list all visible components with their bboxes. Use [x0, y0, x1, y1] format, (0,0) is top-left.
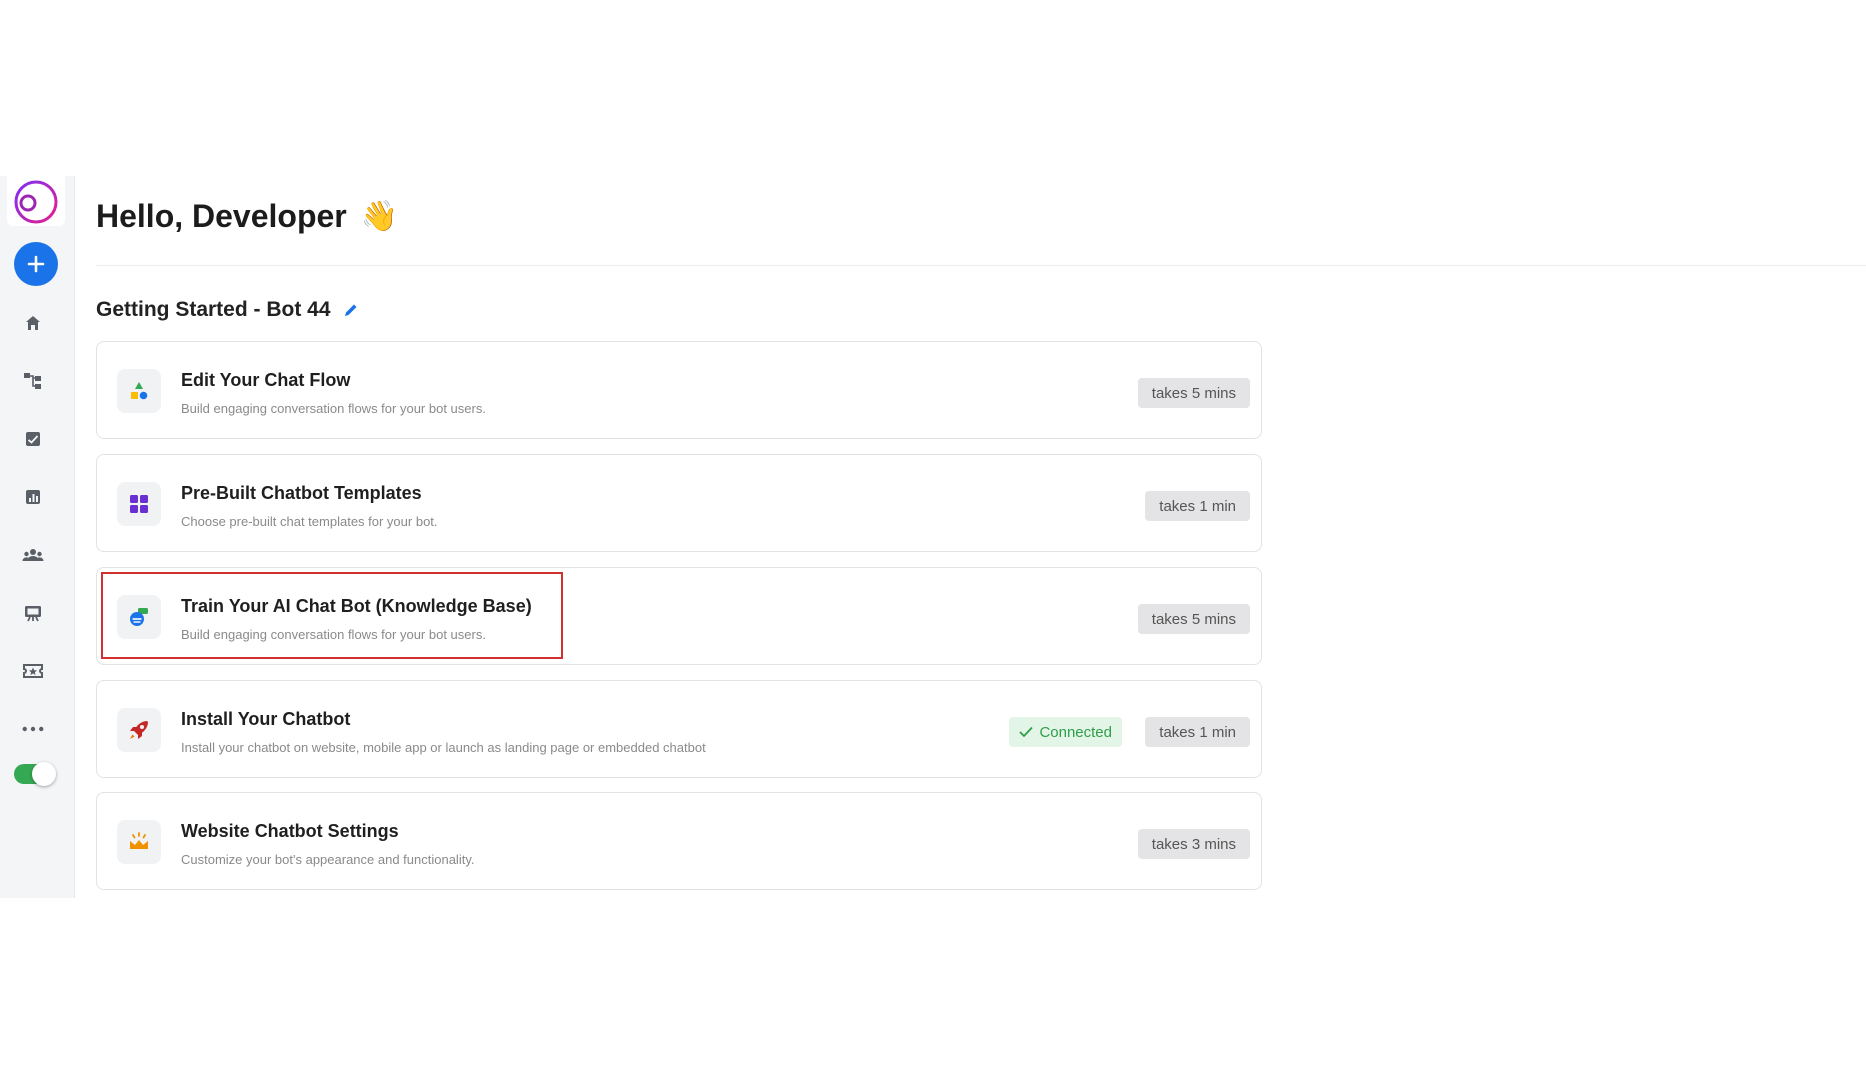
- card-edit-chat-flow[interactable]: Edit Your Chat Flow Build engaging conve…: [96, 341, 1262, 439]
- card-icon: [117, 595, 161, 639]
- card-description: Customize your bot's appearance and func…: [181, 852, 475, 867]
- shapes-icon: [131, 382, 148, 400]
- card-icon: [117, 820, 161, 864]
- nav-broadcast[interactable]: [22, 602, 44, 624]
- time-estimate-badge: takes 3 mins: [1137, 829, 1250, 859]
- flow-icon: [24, 373, 41, 389]
- card-install-chatbot[interactable]: Install Your Chatbot Install your chatbo…: [96, 680, 1262, 778]
- card-title: Edit Your Chat Flow: [181, 370, 351, 390]
- bot-active-toggle[interactable]: [14, 762, 56, 786]
- nav-tickets[interactable]: [22, 660, 44, 682]
- card-train-ai-chatbot[interactable]: Train Your AI Chat Bot (Knowledge Base) …: [96, 567, 1262, 665]
- pencil-icon: [344, 304, 357, 316]
- card-description: Install your chatbot on website, mobile …: [181, 740, 706, 755]
- card-title: Install Your Chatbot: [181, 709, 351, 729]
- settings-crown-icon: [130, 832, 148, 849]
- waving-hand-icon: 👋: [360, 200, 399, 233]
- inbox-icon: [26, 432, 40, 446]
- card-title: Website Chatbot Settings: [181, 821, 399, 841]
- card-icon: [117, 369, 161, 413]
- time-estimate-badge: takes 1 min: [1145, 491, 1250, 521]
- section-title: Getting Started - Bot 44: [96, 298, 331, 321]
- card-icon: [117, 708, 161, 752]
- card-prebuilt-templates[interactable]: Pre-Built Chatbot Templates Choose pre-b…: [96, 454, 1262, 552]
- section-header: Getting Started - Bot 44: [96, 298, 359, 322]
- broadcast-icon: [25, 606, 41, 622]
- more-icon: [22, 726, 44, 732]
- time-estimate-badge: takes 1 min: [1145, 717, 1250, 747]
- greeting-text: Hello, Developer: [96, 198, 347, 234]
- create-new-button[interactable]: [14, 242, 58, 286]
- nav-flows[interactable]: [22, 370, 44, 392]
- toggle-knob: [32, 762, 56, 786]
- nav-more[interactable]: [22, 718, 44, 740]
- card-description: Build engaging conversation flows for yo…: [181, 627, 486, 642]
- card-icon: [117, 482, 161, 526]
- plus-icon: [27, 255, 45, 273]
- nav-inbox[interactable]: [22, 428, 44, 450]
- grid-icon: [130, 495, 148, 513]
- knowledge-base-icon: [130, 608, 148, 626]
- status-text: Connected: [1039, 723, 1112, 741]
- ticket-icon: [23, 664, 43, 678]
- nav-analytics[interactable]: [22, 486, 44, 508]
- connected-status-badge: Connected: [1009, 717, 1122, 747]
- card-title: Train Your AI Chat Bot (Knowledge Base): [181, 596, 532, 616]
- time-estimate-badge: takes 5 mins: [1137, 378, 1250, 408]
- app-logo[interactable]: [7, 176, 65, 226]
- contacts-icon: [22, 549, 44, 561]
- nav-contacts[interactable]: [22, 544, 44, 566]
- card-website-chatbot-settings[interactable]: Website Chatbot Settings Customize your …: [96, 792, 1262, 890]
- time-estimate-badge: takes 5 mins: [1137, 604, 1250, 634]
- card-title: Pre-Built Chatbot Templates: [181, 483, 422, 503]
- rocket-icon: [130, 721, 148, 739]
- check-icon: [1019, 726, 1034, 738]
- card-description: Build engaging conversation flows for yo…: [181, 401, 486, 416]
- nav-home[interactable]: [22, 312, 44, 334]
- page-title: Hello, Developer 👋: [96, 198, 398, 235]
- analytics-icon: [26, 490, 40, 504]
- home-icon: [26, 316, 40, 330]
- app-logo-ring-icon: [14, 180, 58, 224]
- card-description: Choose pre-built chat templates for your…: [181, 514, 438, 529]
- header-divider: [96, 265, 1866, 266]
- edit-bot-name-button[interactable]: [343, 302, 359, 318]
- sidebar: [0, 176, 75, 898]
